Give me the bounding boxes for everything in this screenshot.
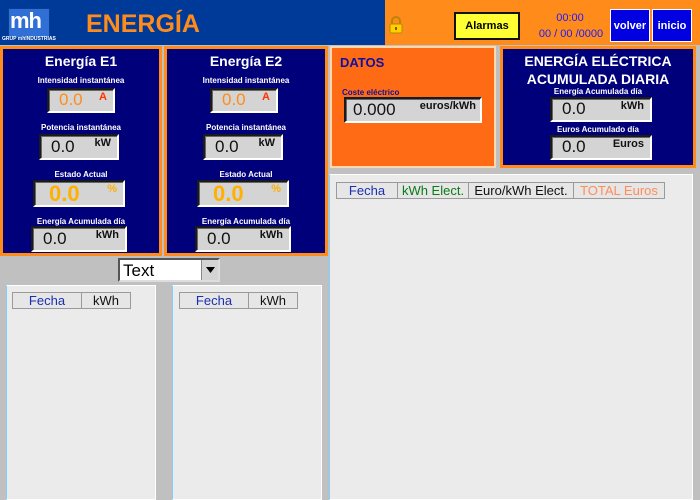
e2-energy-value: 0.0	[207, 229, 231, 248]
back-button[interactable]: volver	[610, 9, 650, 42]
lock-icon[interactable]	[388, 16, 404, 34]
e1-history-table[interactable]: Fecha kWh	[6, 285, 156, 500]
logo-text: mh	[10, 8, 42, 33]
column-header-fecha[interactable]: Fecha	[179, 292, 249, 309]
e1-power-value: 0.0	[51, 137, 75, 156]
e1-state-value: 0.0	[49, 181, 80, 206]
e1-power-label: Potencia instantánea	[40, 123, 122, 132]
logo-subtitle: GRUP mhINDUSTRIAS	[2, 36, 56, 42]
datos-panel: DATOS Coste eléctrico 0.000 euros/kWh	[330, 46, 496, 168]
e1-energy-value: 0.0	[43, 229, 67, 248]
e1-power-display: 0.0 kW	[39, 134, 119, 160]
e2-power-unit: kW	[258, 137, 276, 149]
column-header-kwh-elect[interactable]: kWh Elect.	[397, 182, 469, 199]
alarms-button[interactable]: Alarmas	[454, 12, 520, 40]
energy-e2-panel: Energía E2 Intensidad instantánea 0.0 A …	[164, 46, 328, 256]
column-header-euro-kwh[interactable]: Euro/kWh Elect.	[468, 182, 574, 199]
column-header-total-euros[interactable]: TOTAL Euros	[573, 182, 665, 199]
daily-energy-label: Energía Acumulada día	[553, 87, 643, 96]
e1-power-unit: kW	[94, 137, 112, 149]
cost-label: Coste eléctrico	[342, 88, 400, 97]
e2-state-unit: %	[271, 183, 281, 195]
home-button[interactable]: inicio	[652, 9, 692, 42]
e1-intensity-display: 0.0 A	[47, 88, 115, 113]
datos-title: DATOS	[340, 55, 385, 70]
e2-state-value: 0.0	[213, 181, 244, 206]
column-header-fecha[interactable]: Fecha	[336, 182, 398, 199]
e2-intensity-label: Intensidad instantánea	[202, 76, 290, 85]
chevron-down-icon[interactable]	[201, 260, 218, 280]
e1-intensity-value: 0.0	[59, 90, 83, 109]
daily-title-line1: ENERGÍA ELÉCTRICA	[524, 53, 672, 69]
e2-state-label: Estado Actual	[219, 170, 273, 179]
e2-intensity-value: 0.0	[222, 90, 246, 109]
daily-energy-value: 0.0	[562, 99, 586, 118]
e2-energy-display: 0.0 kWh	[195, 226, 291, 252]
period-select[interactable]: Text	[118, 258, 220, 282]
e2-state-display: 0.0 %	[197, 180, 289, 207]
clock-time: 00:00	[556, 12, 584, 24]
e2-power-value: 0.0	[215, 137, 239, 156]
e1-state-display: 0.0 %	[33, 180, 125, 207]
daily-euros-label: Euros Acumulado día	[557, 125, 639, 134]
e2-power-display: 0.0 kW	[203, 134, 283, 160]
cost-input[interactable]: 0.000 euros/kWh	[344, 97, 482, 123]
e1-intensity-unit: A	[99, 91, 107, 103]
cost-unit: euros/kWh	[419, 100, 476, 112]
daily-energy-display: 0.0 kWh	[550, 97, 652, 122]
cost-value: 0.000	[353, 100, 396, 119]
e2-intensity-unit: A	[262, 91, 270, 103]
e2-energy-unit: kWh	[259, 229, 283, 241]
e2-intensity-display: 0.0 A	[210, 88, 278, 113]
page-title: ENERGÍA	[86, 10, 200, 38]
daily-energy-panel: ENERGÍA ELÉCTRICA ACUMULADA DIARIA Energ…	[500, 46, 696, 168]
clock-date: 00 / 00 /0000	[538, 28, 604, 40]
e1-energy-unit: kWh	[95, 229, 119, 241]
e2-energy-label: Energía Acumulada día	[201, 217, 291, 226]
energy-e1-panel: Energía E1 Intensidad instantánea 0.0 A …	[0, 46, 162, 256]
cost-history-table[interactable]: Fecha kWh Elect. Euro/kWh Elect. TOTAL E…	[329, 174, 693, 500]
e2-history-table[interactable]: Fecha kWh	[172, 285, 322, 500]
period-select-value: Text	[123, 261, 155, 280]
daily-euros-display: 0.0 Euros	[550, 135, 652, 160]
e2-title: Energía E2	[209, 53, 283, 69]
column-header-fecha[interactable]: Fecha	[12, 292, 82, 309]
column-header-kwh[interactable]: kWh	[248, 292, 298, 309]
e1-state-label: Estado Actual	[54, 170, 108, 179]
e1-energy-label: Energía Acumulada día	[36, 217, 126, 226]
e1-title: Energía E1	[44, 53, 118, 69]
daily-title-line2: ACUMULADA DIARIA	[526, 71, 670, 87]
daily-energy-unit: kWh	[620, 100, 644, 112]
e2-power-label: Potencia instantánea	[205, 123, 287, 132]
daily-euros-value: 0.0	[562, 137, 586, 156]
e1-intensity-label: Intensidad instantánea	[37, 76, 125, 85]
column-header-kwh[interactable]: kWh	[81, 292, 131, 309]
e1-state-unit: %	[107, 183, 117, 195]
daily-euros-unit: Euros	[612, 138, 644, 150]
e1-energy-display: 0.0 kWh	[31, 226, 127, 252]
